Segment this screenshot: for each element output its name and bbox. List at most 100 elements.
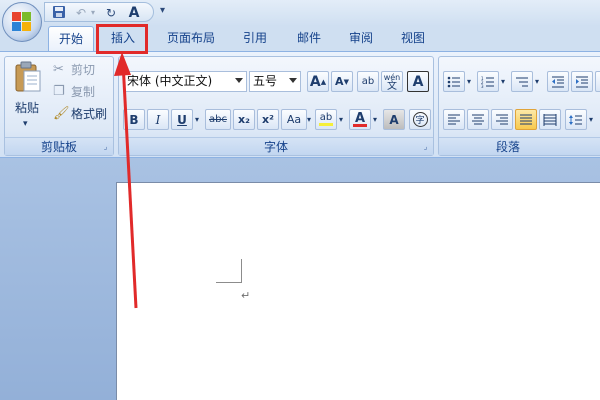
chinese-layout-button[interactable]: [595, 71, 600, 92]
cut-label: 剪切: [71, 63, 96, 77]
margin-corner-vertical: [241, 259, 242, 283]
decrease-indent-icon: [552, 76, 564, 87]
highlight-dropdown-icon[interactable]: ▾: [339, 111, 343, 129]
copy-label: 复制: [71, 85, 96, 99]
tab-page-layout[interactable]: 页面布局: [160, 26, 222, 51]
character-border-button[interactable]: A: [407, 71, 429, 92]
copy-button[interactable]: ❐ 复制: [53, 83, 111, 101]
align-center-button[interactable]: [467, 109, 489, 130]
font-color-button[interactable]: A: [349, 109, 371, 130]
grow-font-button[interactable]: A ▲: [307, 71, 329, 92]
font-color-bar: [353, 123, 367, 127]
justify-icon: [520, 114, 532, 124]
underline-dropdown-icon[interactable]: ▾: [195, 111, 199, 129]
redo-icon[interactable]: ↻: [103, 5, 119, 21]
font-quick-button[interactable]: A: [125, 5, 143, 21]
font-name-combo[interactable]: 宋体 (中文正文): [123, 71, 247, 92]
font-size-dropdown-icon: [289, 78, 297, 83]
font-color-icon: A: [354, 110, 366, 126]
line-spacing-dropdown-icon[interactable]: ▾: [589, 111, 593, 129]
tab-review[interactable]: 审阅: [340, 26, 382, 51]
paste-dropdown-icon: ▾: [23, 119, 28, 129]
highlight-color-bar: [319, 123, 333, 126]
character-shading-button[interactable]: A: [383, 109, 405, 130]
font-size-combo[interactable]: 五号: [249, 71, 301, 92]
character-border-icon: A: [412, 73, 424, 90]
align-right-button[interactable]: [491, 109, 513, 130]
clipboard-group-label: 剪贴板: [5, 137, 113, 155]
distributed-icon: [543, 113, 557, 126]
increase-indent-icon: [576, 76, 588, 87]
text-highlight-button[interactable]: ab: [315, 109, 337, 130]
undo-dropdown-icon[interactable]: ▾: [89, 5, 97, 21]
change-case-dropdown-icon[interactable]: ▾: [307, 111, 311, 129]
document-workspace: ↵: [0, 158, 600, 400]
save-icon[interactable]: [51, 5, 67, 21]
tab-references[interactable]: 引用: [234, 26, 276, 51]
strikethrough-icon: abc: [209, 114, 227, 125]
align-left-icon: [448, 114, 460, 124]
undo-icon[interactable]: ↶: [73, 5, 89, 21]
brush-icon: 🖌: [53, 106, 70, 121]
cut-button[interactable]: ✂ 剪切: [53, 61, 111, 79]
clipboard-launcher-icon[interactable]: ⌟: [101, 142, 110, 151]
bold-button[interactable]: B: [123, 109, 145, 130]
paragraph-group-label: 段落: [439, 137, 600, 155]
quick-access-box: ↶ ▾ ↻ A: [44, 2, 154, 22]
tab-mailings[interactable]: 邮件: [288, 26, 330, 51]
numbering-button[interactable]: 123: [477, 71, 499, 92]
line-spacing-icon: [569, 114, 582, 125]
font-name-value: 宋体 (中文正文): [127, 74, 213, 88]
multilevel-list-button[interactable]: [511, 71, 533, 92]
multilevel-dropdown-icon[interactable]: ▾: [535, 73, 539, 91]
superscript-icon: x²: [262, 113, 274, 126]
shrink-font-button[interactable]: A ▼: [331, 71, 353, 92]
customize-qat-icon[interactable]: ▾: [160, 5, 165, 16]
distributed-button[interactable]: [539, 109, 561, 130]
italic-button[interactable]: I: [147, 109, 169, 130]
underline-button[interactable]: U: [171, 109, 193, 130]
justify-button[interactable]: [515, 109, 537, 130]
office-button[interactable]: [2, 2, 42, 42]
svg-text:3: 3: [481, 84, 484, 88]
line-spacing-button[interactable]: [565, 109, 587, 130]
align-right-icon: [496, 114, 508, 124]
scissors-icon: ✂: [53, 62, 64, 77]
increase-indent-button[interactable]: [571, 71, 593, 92]
copy-icon: ❐: [53, 84, 65, 99]
font-group: 宋体 (中文正文) 五号 A ▲ A ▼ ab wén 文 A B I U ▾ ab…: [118, 56, 434, 156]
ribbon-tab-bar: 开始 插入 页面布局 引用 邮件 审阅 视图: [0, 26, 600, 51]
multilevel-list-icon: [516, 77, 528, 86]
tab-home[interactable]: 开始: [48, 26, 94, 51]
underline-icon: U: [177, 112, 187, 127]
highlighter-icon: ab: [319, 112, 333, 123]
subscript-button[interactable]: x₂: [233, 109, 255, 130]
bullets-button[interactable]: [443, 71, 465, 92]
subscript-icon: x₂: [238, 113, 250, 126]
strikethrough-button[interactable]: abc: [205, 109, 231, 130]
font-color-dropdown-icon[interactable]: ▾: [373, 111, 377, 129]
bullets-dropdown-icon[interactable]: ▾: [467, 73, 471, 91]
font-group-label: 字体: [119, 137, 433, 155]
tab-view[interactable]: 视图: [392, 26, 434, 51]
bold-icon: B: [129, 112, 139, 127]
font-launcher-icon[interactable]: ⌟: [421, 142, 430, 151]
phonetic-guide-button[interactable]: wén 文: [381, 71, 403, 92]
decrease-indent-button[interactable]: [547, 71, 569, 92]
numbering-dropdown-icon[interactable]: ▾: [501, 73, 505, 91]
format-painter-button[interactable]: 🖌 格式刷: [53, 105, 113, 123]
phonetic-char-label: 文: [387, 80, 397, 92]
grow-font-icon: A: [309, 73, 321, 90]
align-left-button[interactable]: [443, 109, 465, 130]
paste-button[interactable]: 粘贴 ▾: [9, 59, 47, 133]
superscript-button[interactable]: x²: [257, 109, 279, 130]
change-case-button[interactable]: Aa: [281, 109, 307, 130]
document-page[interactable]: ↵: [116, 182, 600, 400]
office-logo-icon: [12, 12, 32, 32]
font-name-dropdown-icon: [235, 78, 243, 83]
format-painter-label: 格式刷: [71, 107, 108, 121]
enclose-characters-button[interactable]: 字: [409, 109, 431, 130]
quick-access-toolbar: ↶ ▾ ↻ A ▾: [0, 0, 600, 26]
italic-icon: I: [155, 112, 161, 127]
clear-format-button[interactable]: ab: [357, 71, 379, 92]
